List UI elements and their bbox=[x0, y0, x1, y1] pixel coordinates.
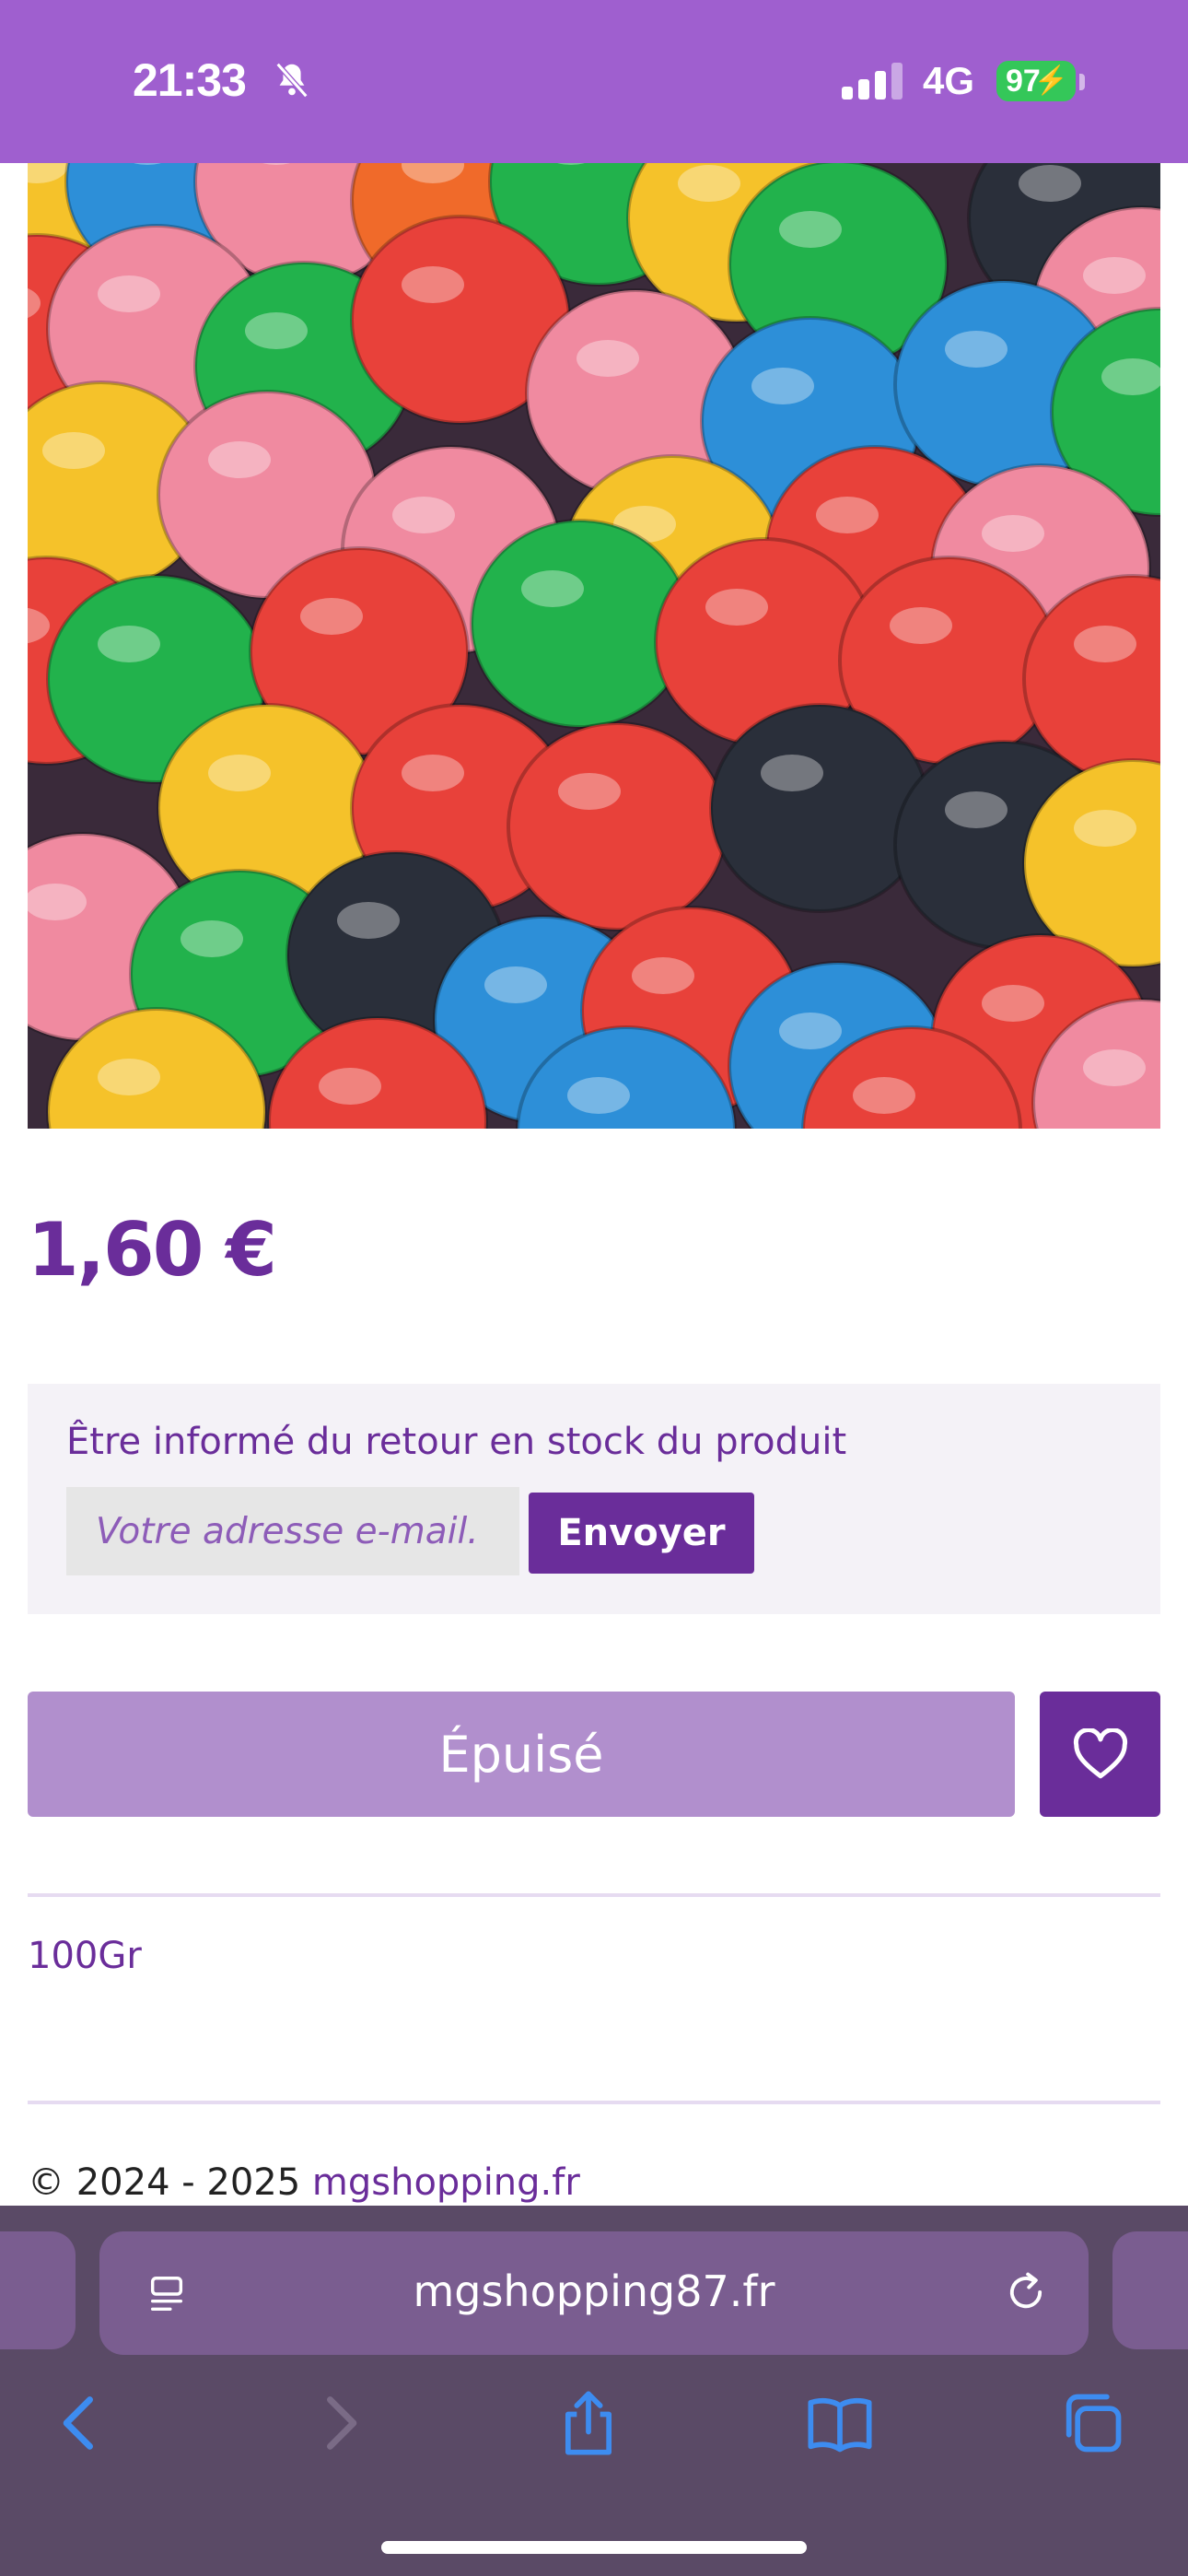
bolt-icon: ⚡ bbox=[1033, 65, 1068, 96]
back-icon[interactable] bbox=[46, 2388, 116, 2458]
reload-icon[interactable] bbox=[1002, 2268, 1050, 2316]
status-time: 21:33 bbox=[133, 54, 247, 106]
sold-out-button[interactable]: Épuisé bbox=[28, 1692, 1015, 1817]
candy-ball bbox=[507, 721, 728, 931]
candy-illustration bbox=[28, 163, 1160, 1129]
status-bar: 21:33 4G 97 ⚡ bbox=[0, 0, 1188, 163]
product-weight: 100Gr bbox=[28, 1935, 142, 1977]
home-indicator bbox=[381, 2541, 807, 2554]
tabs-icon[interactable] bbox=[1057, 2388, 1127, 2458]
bell-slash-icon bbox=[275, 62, 309, 99]
divider bbox=[28, 1893, 1160, 1897]
signal-icon bbox=[842, 63, 903, 100]
share-icon[interactable] bbox=[553, 2388, 623, 2458]
url-text: mgshopping87.fr bbox=[413, 2266, 775, 2316]
stock-notify-box: Être informé du retour en stock du produ… bbox=[28, 1384, 1160, 1614]
copyright-text: © 2024 - 2025 bbox=[28, 2161, 312, 2204]
product-price: 1,60 € bbox=[28, 1207, 277, 1293]
next-tab[interactable] bbox=[1112, 2231, 1188, 2349]
divider bbox=[28, 2101, 1160, 2104]
heart-icon bbox=[1073, 1728, 1128, 1779]
email-field[interactable] bbox=[66, 1487, 519, 1575]
previous-tab[interactable] bbox=[0, 2231, 76, 2349]
candy-ball bbox=[709, 703, 930, 913]
send-button[interactable]: Envoyer bbox=[529, 1493, 754, 1574]
forward-icon[interactable] bbox=[304, 2388, 374, 2458]
network-label: 4G bbox=[923, 59, 975, 102]
bookmarks-icon[interactable] bbox=[805, 2388, 875, 2458]
footer-copyright: © 2024 - 2025 mgshopping.fr bbox=[28, 2161, 580, 2204]
address-bar[interactable]: mgshopping87.fr bbox=[99, 2231, 1089, 2355]
stock-notify-title: Être informé du retour en stock du produ… bbox=[66, 1421, 847, 1463]
footer-link[interactable]: mgshopping.fr bbox=[312, 2161, 580, 2204]
wishlist-button[interactable] bbox=[1040, 1692, 1160, 1817]
battery-charging-icon: 97 ⚡ bbox=[996, 61, 1076, 101]
product-image[interactable] bbox=[28, 163, 1160, 1129]
battery-cap bbox=[1079, 74, 1085, 90]
